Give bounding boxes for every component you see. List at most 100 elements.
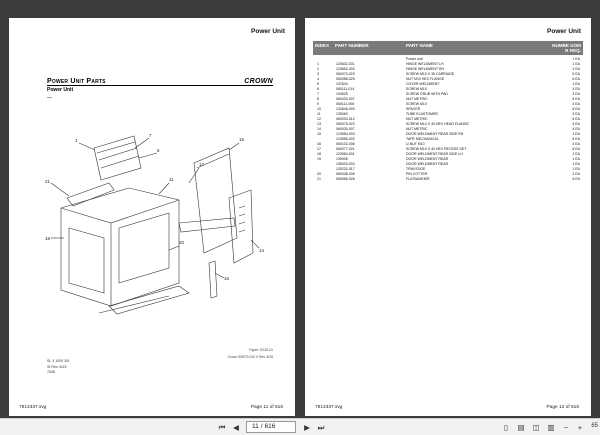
zoom-level[interactable]: 65 (591, 423, 598, 429)
parts-table-header: INDEX PART NUMBER PART NAME NUMBE UOM R … (313, 41, 583, 55)
row-quantity: 1 EA (572, 57, 580, 61)
row-part-name: HINGE WELDMENT RH (406, 67, 445, 71)
parts-table: Power unit 1 EA 1 120632-001 HINGE WELDMENT … (313, 57, 583, 182)
row-quantity: 1 EA (572, 132, 580, 136)
row-index: 13 (317, 122, 321, 126)
row-part-number: 123554-001 (336, 152, 355, 156)
row-quantity: 1 EA (572, 82, 580, 86)
row-part-number: 060111-014 (336, 87, 355, 91)
row-part-number: 060038-006 (336, 172, 355, 176)
page-separator: / (260, 423, 263, 430)
side-note: 7046 (47, 370, 55, 375)
page-subtitle: Power Unit (47, 87, 74, 93)
row-part-name: Power unit (406, 57, 423, 61)
callout-label: 21 (45, 179, 51, 184)
zoom-out-icon[interactable]: − (560, 422, 572, 433)
row-quantity: 1 EA (572, 62, 580, 66)
zoom-in-icon[interactable]: + (574, 422, 586, 433)
row-quantity: 4 EA (572, 142, 580, 146)
last-page-icon[interactable]: ⏭ (315, 422, 327, 433)
row-index: 19 (317, 157, 321, 161)
row-part-number: 060075-022 (336, 122, 355, 126)
row-part-name: U-NUT M10 (406, 142, 425, 146)
continuous-view-icon[interactable]: ▤ (515, 422, 527, 433)
row-quantity: 1 EA (572, 162, 580, 166)
page-header: Power Unit (251, 28, 285, 35)
row-part-number: 135006 (336, 157, 348, 161)
first-page-icon[interactable]: ⏮ (216, 422, 228, 433)
row-part-number: 104525 (336, 92, 348, 96)
callout-label: 1 (75, 138, 78, 143)
row-quantity: 6 EA (572, 177, 580, 181)
row-quantity: 6 EA (572, 147, 580, 151)
left-page: Power Unit Power Unit Parts Power Unit —… (9, 18, 295, 416)
row-index: 9 (317, 102, 319, 106)
next-page-icon[interactable]: ▶ (301, 422, 313, 433)
page-subline: — (47, 95, 52, 101)
row-part-number: 123555-002 (336, 137, 355, 141)
row-quantity: 4 EA (572, 87, 580, 91)
row-part-number: 120232-017 (336, 167, 355, 171)
row-index: 21 (317, 177, 321, 181)
row-quantity: 1 EA (572, 157, 580, 161)
figure-label: Figure 10115-01 (249, 348, 273, 352)
row-part-name: TUBE ELASTOMER (406, 112, 438, 116)
footer-page-number: Page 12 of 616 (546, 405, 579, 410)
title-rule (47, 85, 273, 86)
single-page-view-icon[interactable]: ▯ (500, 422, 512, 433)
row-quantity: 6 EA (572, 117, 580, 121)
row-index: 11 (317, 112, 321, 116)
page-number-input[interactable]: 11/616 (246, 421, 296, 433)
row-part-name: NUT METRIC (406, 117, 428, 121)
row-part-name: COVER WELDMENT (406, 82, 440, 86)
row-part-number: 060102-006 (336, 142, 355, 146)
previous-page-icon[interactable]: ◀ (230, 422, 242, 433)
row-part-name: PIN COTTER (406, 172, 428, 176)
row-part-number: 060030-007 (336, 127, 355, 131)
row-quantity: 1 EA (572, 167, 580, 171)
row-part-number: 137644 (336, 82, 348, 86)
row-index: 15 (317, 132, 321, 136)
row-index: 16 (317, 142, 321, 146)
row-index: 5 (317, 82, 319, 86)
callout-label: 18 (45, 236, 51, 241)
row-index: 4 (317, 77, 319, 81)
row-part-name: SCREW GRUB WITH PAD (406, 92, 448, 96)
column-header-index: INDEX (315, 43, 330, 48)
two-page-continuous-view-icon[interactable]: ▥ (545, 422, 557, 433)
row-part-name: NUT METRIC (406, 97, 428, 101)
row-part-name: TRIM EDGE (406, 167, 426, 171)
side-note: SL 3 1000 3/5 (47, 359, 70, 363)
exploded-parts-drawing: 21 1 7 6 18 11 17 15 20 16 14 (45, 133, 265, 315)
row-quantity: 4 EA (572, 127, 580, 131)
row-part-number: 060030-012 (336, 117, 355, 121)
crown-logo: CROWN (244, 78, 273, 85)
row-part-name: SCREW M10 (406, 102, 427, 106)
page-title: Power Unit Parts (47, 78, 106, 85)
row-part-name: NUT M10 HEX FLANGE (406, 77, 445, 81)
two-page-view-icon[interactable]: ◫ (530, 422, 542, 433)
row-quantity: 4 EA (572, 122, 580, 126)
row-quantity: 6 EA (572, 72, 580, 76)
row-part-name: HINGE WELDMENT LH (406, 62, 444, 66)
row-part-number: 060058-025 (336, 77, 355, 81)
row-quantity: 6 EA (572, 97, 580, 101)
row-index: 12 (317, 117, 321, 121)
row-part-name: TAPE MECHANICAL (406, 137, 439, 141)
row-part-number: 135060 (336, 112, 348, 116)
right-page: Power Unit INDEX PART NUMBER PART NAME N… (305, 18, 591, 416)
table-row: 21 060056-026 FLATWASHER 6 EA (313, 177, 583, 182)
callout-label: 6 (157, 148, 160, 153)
row-index: 20 (317, 172, 321, 176)
page-header: Power Unit (547, 28, 581, 35)
row-part-name: SPACER (406, 107, 421, 111)
row-index: 3 (317, 72, 319, 76)
row-part-name: SCREW M10 X 40 HEX HEAD FLANGE (406, 122, 469, 126)
row-index: 14 (317, 127, 321, 131)
row-part-name: SCREW M10 (406, 87, 427, 91)
callout-label: 15 (239, 137, 245, 142)
row-part-number: 123554-003 (336, 132, 355, 136)
row-quantity: 6 EA (572, 77, 580, 81)
footer-filename: 7914337.svg (315, 405, 343, 410)
row-index: 18 (317, 152, 321, 156)
